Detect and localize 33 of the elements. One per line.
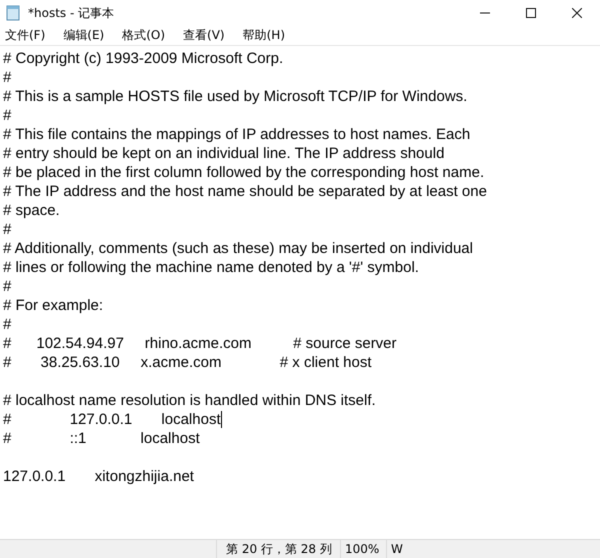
text-line: # (3, 315, 12, 334)
window-title: *hosts - 记事本 (28, 4, 114, 22)
text-line: # (3, 106, 12, 125)
cursor-position: 第 20 行，第 28 列 (216, 540, 340, 558)
text-line: # The IP address and the host name should be separated by at least one (3, 182, 487, 201)
text-line: # entry should be kept on an individual line. The IP address should (3, 144, 444, 163)
notepad-icon (6, 4, 20, 20)
close-icon (572, 8, 582, 18)
text-line: # space. (3, 201, 60, 220)
text-line: # This is a sample HOSTS file used by Microsoft TCP/IP for Windows. (3, 87, 468, 106)
menu-item[interactable]: 格式(O) (120, 26, 168, 44)
menu-item[interactable]: 编辑(E) (61, 26, 106, 44)
text-line: # (3, 277, 12, 296)
zoom-level: 100% (340, 540, 386, 558)
text-line: # This file contains the mappings of IP addresses to host names. Each (3, 125, 470, 144)
text-line: # 38.25.63.10 x.acme.com # x client host (3, 353, 372, 372)
text-line: # 127.0.0.1 localhost (3, 410, 221, 429)
text-line: # lines or following the machine name denoted by a '#' symbol. (3, 258, 419, 277)
menu-item[interactable]: 帮助(H) (240, 26, 287, 44)
text-line: # (3, 68, 12, 87)
line-ending: W (386, 540, 600, 558)
text-line: # Additionally, comments (such as these) may be inserted on individual (3, 239, 473, 258)
text-line: # Copyright (c) 1993-2009 Microsoft Corp. (3, 49, 284, 68)
text-line: # localhost name resolution is handled within DNS itself. (3, 391, 376, 410)
text-line: # 102.54.94.97 rhino.acme.com # source server (3, 334, 397, 353)
maximize-icon (526, 8, 536, 18)
text-line: # (3, 220, 12, 239)
menu-item[interactable]: 文件(F) (3, 26, 48, 44)
text-line: 127.0.0.1 xitongzhijia.net (3, 467, 194, 486)
text-line: # For example: (3, 296, 104, 315)
text-line: # be placed in the first column followed by the corresponding host name. (3, 163, 484, 182)
text-line: # ::1 localhost (3, 429, 200, 448)
menu-item[interactable]: 查看(V) (181, 26, 227, 44)
